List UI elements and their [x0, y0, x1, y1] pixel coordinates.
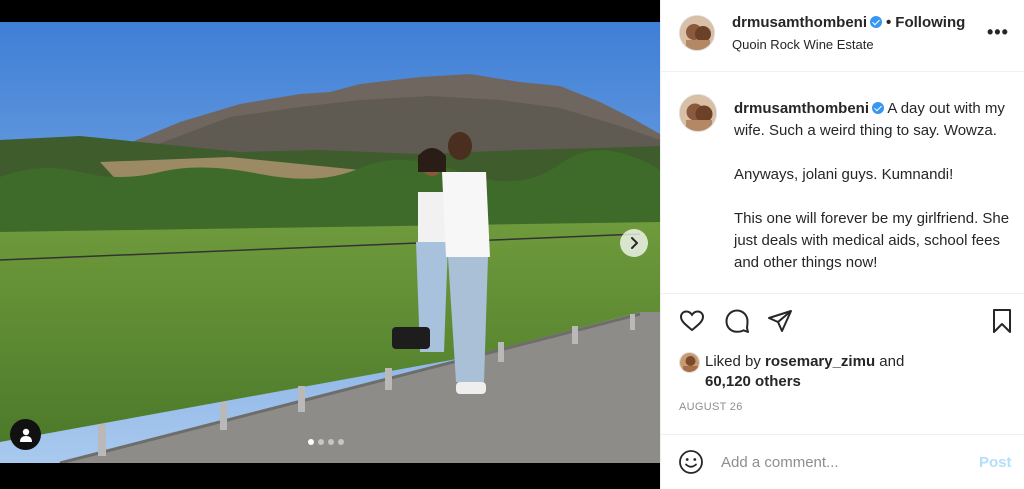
verified-badge-icon [872, 102, 885, 114]
comment-icon [725, 309, 749, 333]
avatar[interactable] [679, 94, 717, 132]
carousel-indicator [308, 439, 344, 445]
post-photo[interactable] [0, 22, 660, 463]
comment-bar: Post [661, 434, 1024, 489]
like-button[interactable] [678, 307, 706, 335]
post-side-panel: drmusamthombeni • Following Quoin Rock Win… [660, 0, 1024, 489]
caption-text: A day out with my wife. Such a weird thi… [734, 100, 1010, 271]
chevron-right-icon [631, 237, 638, 249]
heart-icon [679, 310, 705, 332]
post-caption: drmusamthombeni A day out with my wife. … [734, 98, 1016, 274]
action-bar [661, 295, 1024, 345]
liked-by-line: Liked by rosemary_zimu and [705, 352, 904, 372]
post-date[interactable]: AUGUST 26 [679, 401, 743, 413]
post-author: drmusamthombeni • Following [732, 14, 965, 31]
separator-dot: • [886, 14, 892, 31]
carousel-dot [318, 439, 324, 445]
liked-by-user-link[interactable]: rosemary_zimu [765, 353, 875, 370]
carousel-dot [308, 439, 314, 445]
liked-by-prefix: Liked by [705, 353, 761, 370]
liked-by-conjunction: and [879, 353, 905, 370]
save-button[interactable] [988, 307, 1016, 335]
avatar[interactable] [679, 352, 700, 373]
emoji-button[interactable] [677, 448, 705, 476]
author-username[interactable]: drmusamthombeni [732, 14, 867, 31]
location-link[interactable]: Quoin Rock Wine Estate [732, 37, 874, 52]
caption-area: drmusamthombeni A day out with my wife. … [661, 72, 1024, 294]
paper-plane-icon [768, 310, 792, 332]
more-options-button[interactable]: ••• [987, 22, 1009, 43]
likes-count-link[interactable]: 60,120 others [705, 372, 801, 392]
user-tag-icon [19, 428, 32, 442]
smiley-icon [679, 450, 703, 474]
carousel-next-button[interactable] [620, 229, 648, 257]
verified-badge-icon [870, 16, 883, 28]
post-media [0, 0, 660, 489]
post-comment-button[interactable]: Post [979, 454, 1012, 471]
share-button[interactable] [766, 307, 794, 335]
caption-username[interactable]: drmusamthombeni [734, 100, 869, 117]
carousel-dot [338, 439, 344, 445]
user-tag-button[interactable] [10, 419, 41, 450]
comment-input[interactable] [721, 451, 961, 473]
post-header: drmusamthombeni • Following Quoin Rock Win… [661, 0, 1024, 72]
avatar[interactable] [679, 15, 715, 51]
bookmark-icon [993, 309, 1011, 333]
comment-button[interactable] [723, 307, 751, 335]
carousel-dot [328, 439, 334, 445]
following-button[interactable]: Following [895, 14, 965, 31]
